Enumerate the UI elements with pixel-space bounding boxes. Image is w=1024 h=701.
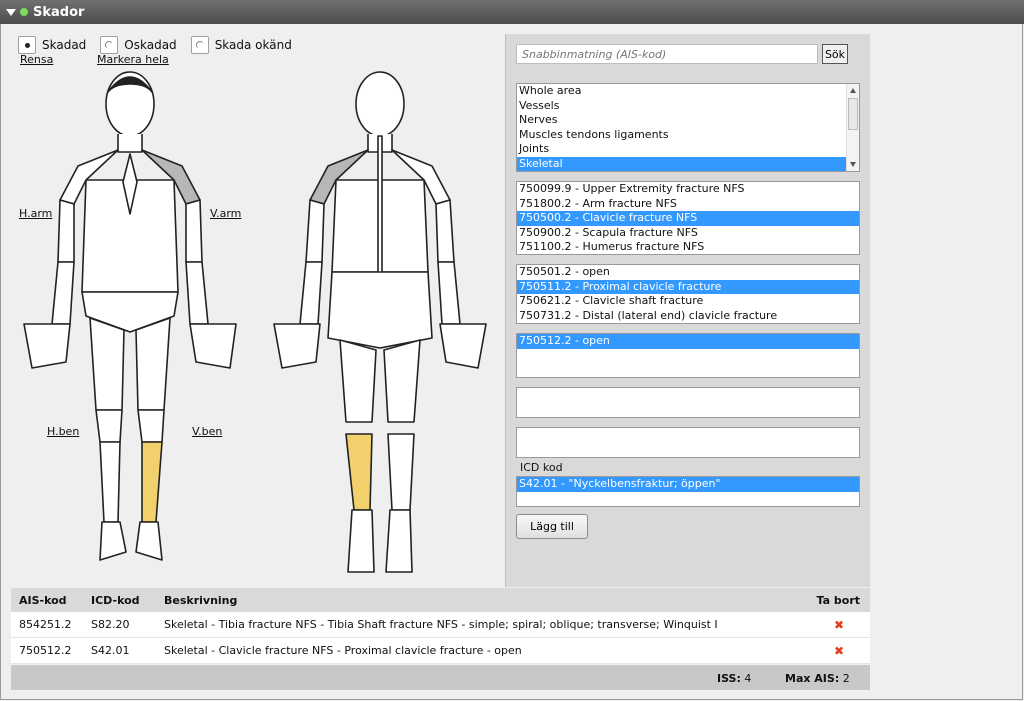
- list-item[interactable]: 750900.2 - Scapula fracture NFS: [517, 226, 859, 241]
- status-dot-icon: [20, 8, 28, 16]
- scroll-thumb[interactable]: [848, 98, 858, 130]
- back-right-upperarm[interactable]: [435, 199, 455, 263]
- back-left-hand[interactable]: [273, 323, 321, 369]
- col-icd: ICD-kod: [91, 593, 140, 607]
- list-item[interactable]: 750731.2 - Distal (lateral end) clavicle…: [517, 309, 859, 323]
- list-item-selected[interactable]: S42.01 - "Nyckelbensfraktur; öppen": [517, 477, 859, 492]
- delete-icon[interactable]: ✖: [834, 618, 860, 632]
- empty-list-1[interactable]: [516, 387, 860, 418]
- front-right-hand[interactable]: [23, 323, 71, 369]
- area-list[interactable]: Whole area Vessels Nerves Muscles tendon…: [516, 83, 860, 172]
- list-item[interactable]: 750621.2 - Clavicle shaft fracture: [517, 294, 859, 309]
- radio-label-oskadad: Oskadad: [124, 38, 177, 52]
- delete-icon[interactable]: ✖: [834, 644, 860, 658]
- col-ais: AIS-kod: [19, 593, 67, 607]
- list-item-selected[interactable]: 750511.2 - Proximal clavicle fracture: [517, 279, 859, 295]
- back-right-foot[interactable]: [385, 509, 413, 573]
- cell-ais: 750512.2: [19, 644, 72, 657]
- list-item[interactable]: Vessels: [517, 99, 859, 114]
- search-button[interactable]: Sök: [822, 44, 848, 64]
- back-head[interactable]: [355, 71, 405, 137]
- back-left-foot[interactable]: [347, 509, 375, 573]
- front-left-shin[interactable]: [141, 441, 163, 523]
- scroll-down-icon[interactable]: [850, 162, 856, 167]
- icd-label: ICD kod: [520, 461, 563, 474]
- empty-list-2[interactable]: [516, 427, 860, 458]
- list-item[interactable]: 751100.2 - Humerus fracture NFS: [517, 240, 859, 254]
- window-title: Skador: [33, 4, 85, 20]
- scroll-up-icon[interactable]: [850, 88, 856, 93]
- icd-list[interactable]: S42.01 - "Nyckelbensfraktur; öppen": [516, 476, 860, 507]
- front-right-shin[interactable]: [99, 441, 121, 523]
- cell-icd: S42.01: [91, 644, 130, 657]
- front-left-hand[interactable]: [189, 323, 237, 369]
- window-titlebar[interactable]: Skador: [0, 0, 1024, 24]
- score-footer: ISS: 4 Max AIS: 2: [11, 665, 870, 690]
- radio-label-skadad: Skadad: [42, 38, 87, 52]
- radio-oskadad[interactable]: Oskadad: [100, 36, 177, 54]
- front-left-foot[interactable]: [135, 521, 163, 561]
- table-header: AIS-kod ICD-kod Beskrivning Ta bort: [11, 588, 870, 612]
- back-left-thigh[interactable]: [339, 339, 377, 423]
- list-item[interactable]: Muscles tendons ligaments: [517, 128, 859, 143]
- front-left-thigh[interactable]: [135, 317, 171, 411]
- ais-search-input[interactable]: [516, 44, 818, 64]
- back-left-calf[interactable]: [345, 433, 373, 511]
- back-right-calf[interactable]: [387, 433, 415, 511]
- table-row[interactable]: 750512.2 S42.01 Skeletal - Clavicle frac…: [11, 638, 870, 664]
- cell-ais: 854251.2: [19, 618, 72, 631]
- list-item[interactable]: 751800.2 - Arm fracture NFS: [517, 197, 859, 212]
- list-item[interactable]: 750099.9 - Upper Extremity fracture NFS: [517, 182, 859, 197]
- proximal-list[interactable]: 750512.2 - open: [516, 333, 860, 378]
- front-right-foot[interactable]: [99, 521, 127, 561]
- radio-skada-okand[interactable]: Skada okänd: [190, 36, 292, 54]
- radio-unchecked-icon[interactable]: [190, 36, 209, 54]
- back-buttocks[interactable]: [327, 271, 433, 349]
- list-item[interactable]: Nerves: [517, 113, 859, 128]
- front-right-upperarm[interactable]: [57, 199, 75, 263]
- back-left-forearm[interactable]: [299, 261, 323, 325]
- max-ais-score: Max AIS: 2: [785, 672, 850, 685]
- col-remove: Ta bort: [816, 593, 860, 607]
- front-right-forearm[interactable]: [51, 261, 75, 325]
- add-button[interactable]: Lägg till: [516, 514, 588, 539]
- front-left-upperarm[interactable]: [185, 199, 203, 263]
- list-item[interactable]: Joints: [517, 142, 859, 157]
- table-row[interactable]: 854251.2 S82.20 Skeletal - Tibia fractur…: [11, 612, 870, 638]
- body-diagram[interactable]: [18, 62, 498, 588]
- back-right-hand[interactable]: [439, 323, 487, 369]
- front-right-knee[interactable]: [95, 409, 123, 443]
- list-item-selected[interactable]: 750500.2 - Clavicle fracture NFS: [517, 211, 859, 226]
- front-figure[interactable]: [23, 71, 237, 561]
- list-item-selected[interactable]: Skeletal: [517, 156, 859, 171]
- radio-unchecked-icon[interactable]: [100, 36, 119, 54]
- front-neck[interactable]: [117, 134, 143, 153]
- cell-icd: S82.20: [91, 618, 130, 631]
- list-item[interactable]: Whole area: [517, 84, 859, 99]
- col-desc: Beskrivning: [164, 593, 238, 607]
- back-right-thigh[interactable]: [383, 339, 421, 423]
- radio-checked-icon[interactable]: [18, 36, 36, 54]
- front-right-thigh[interactable]: [89, 317, 125, 411]
- radio-skadad[interactable]: Skadad: [18, 36, 86, 54]
- cell-desc: Skeletal - Tibia fracture NFS - Tibia Sh…: [164, 618, 718, 631]
- cell-desc: Skeletal - Clavicle fracture NFS - Proxi…: [164, 644, 522, 657]
- injury-selector-panel: Sök Whole area Vessels Nerves Muscles te…: [505, 34, 870, 587]
- front-left-knee[interactable]: [137, 409, 165, 443]
- clavicle-list[interactable]: 750501.2 - open 750511.2 - Proximal clav…: [516, 264, 860, 324]
- list-item[interactable]: 750501.2 - open: [517, 265, 859, 280]
- back-figure[interactable]: [273, 71, 487, 573]
- radio-label-skada-okand: Skada okänd: [214, 38, 292, 52]
- back-left-upperarm[interactable]: [305, 199, 325, 263]
- list-scrollbar[interactable]: [846, 84, 859, 171]
- list-item-selected[interactable]: 750512.2 - open: [517, 334, 859, 349]
- back-right-forearm[interactable]: [437, 261, 461, 325]
- fracture-list[interactable]: 750099.9 - Upper Extremity fracture NFS …: [516, 181, 860, 255]
- injury-table: AIS-kod ICD-kod Beskrivning Ta bort 8542…: [11, 588, 870, 664]
- iss-score: ISS: 4: [717, 672, 752, 685]
- front-left-forearm[interactable]: [185, 261, 209, 325]
- injury-status-radio-group: Skadad Oskadad Skada okänd: [18, 36, 306, 54]
- collapse-triangle-icon[interactable]: [6, 8, 16, 16]
